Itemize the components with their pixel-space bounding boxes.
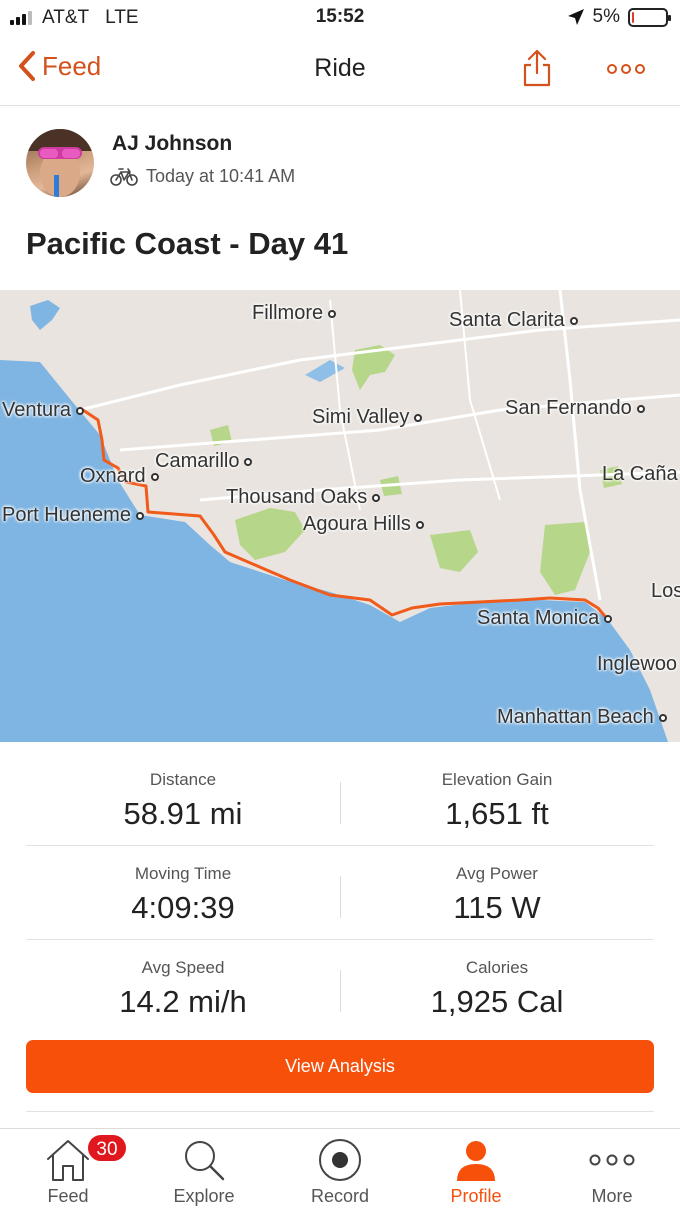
more-options-button[interactable] — [606, 62, 646, 80]
tab-label: Record — [310, 1186, 370, 1206]
stat-value: 14.2 mi/h — [119, 984, 247, 1019]
tab-more[interactable]: More — [544, 1129, 680, 1210]
map-label-santa-monica: Santa Monica — [477, 607, 613, 630]
stat-label: Elevation Gain — [441, 770, 553, 789]
map-label-fillmore: Fillmore — [252, 302, 337, 325]
stat-avg-power: Avg Power 115 W — [340, 864, 654, 926]
stats-row: Avg Speed 14.2 mi/h Calories 1,925 Cal — [26, 940, 654, 1034]
divider — [26, 1111, 654, 1112]
activity-title: Pacific Coast - Day 41 — [26, 226, 349, 261]
map-label-ventura: Ventura — [2, 399, 84, 422]
tab-label: Feed — [47, 1186, 89, 1206]
status-right: 5% — [567, 6, 671, 28]
stat-value: 58.91 mi — [123, 796, 243, 831]
share-icon — [523, 49, 551, 87]
location-arrow-icon — [567, 9, 584, 25]
stat-label: Moving Time — [134, 864, 232, 883]
avatar[interactable] — [26, 129, 94, 197]
profile-icon — [457, 1141, 495, 1181]
status-bar: AT&T LTE 15:52 5% — [0, 0, 680, 36]
stat-value: 1,925 Cal — [430, 984, 564, 1019]
home-icon — [47, 1140, 89, 1181]
tab-label: More — [591, 1186, 633, 1206]
stat-value: 1,651 ft — [445, 796, 549, 831]
map-label-manhattan-beach: Manhattan Beach — [497, 706, 667, 729]
stats-row: Moving Time 4:09:39 Avg Power 115 W — [26, 846, 654, 940]
tab-feed[interactable]: 30 Feed — [0, 1129, 136, 1210]
map-label-agoura-hills: Agoura Hills — [303, 513, 424, 536]
map-label-oxnard: Oxnard — [80, 465, 159, 488]
stat-avg-speed: Avg Speed 14.2 mi/h — [26, 958, 340, 1020]
stat-distance: Distance 58.91 mi — [26, 770, 340, 832]
tab-record[interactable]: Record — [272, 1129, 408, 1210]
search-icon — [185, 1141, 225, 1181]
activity-meta: Today at 10:41 AM — [110, 166, 295, 187]
athlete-name[interactable]: AJ Johnson — [112, 132, 232, 156]
nav-bar: Feed Ride — [0, 36, 680, 106]
stat-label: Avg Speed — [141, 958, 225, 977]
notification-badge: 30 — [86, 1133, 128, 1163]
stat-value: 115 W — [453, 890, 541, 925]
map-label-la-canada: La Caña — [602, 463, 678, 485]
stat-value: 4:09:39 — [131, 890, 235, 925]
activity-stats: Distance 58.91 mi Elevation Gain 1,651 f… — [26, 752, 654, 1034]
stat-label: Calories — [465, 958, 529, 977]
map-label-thousand-oaks: Thousand Oaks — [226, 486, 381, 509]
stat-calories: Calories 1,925 Cal — [340, 958, 654, 1020]
tab-label: Explore — [173, 1186, 235, 1206]
battery-percent: 5% — [592, 6, 620, 27]
map-label-port-hueneme: Port Hueneme — [2, 504, 144, 527]
tab-bar: 30 Feed Explore Record Profile More — [0, 1128, 680, 1209]
map-label-inglewood: Inglewoo — [597, 653, 678, 675]
activity-timestamp: Today at 10:41 AM — [146, 166, 296, 186]
map-label-simi-valley: Simi Valley — [312, 406, 423, 429]
tab-label: Profile — [450, 1186, 502, 1206]
route-map[interactable]: Fillmore Santa Clarita Ventura Simi Vall… — [0, 290, 680, 742]
tab-explore[interactable]: Explore — [136, 1129, 272, 1210]
map-label-camarillo: Camarillo — [155, 450, 253, 473]
stat-elevation-gain: Elevation Gain 1,651 ft — [340, 770, 654, 832]
bike-icon — [110, 167, 138, 186]
map-label-san-fernando: San Fernando — [505, 397, 645, 420]
more-dots-icon — [589, 1154, 635, 1166]
record-icon — [319, 1139, 361, 1181]
map-label-los: Los — [651, 580, 680, 602]
map-label-santa-clarita: Santa Clarita — [449, 309, 578, 332]
stat-label: Avg Power — [456, 864, 538, 883]
view-analysis-button[interactable]: View Analysis — [26, 1040, 654, 1093]
stat-moving-time: Moving Time 4:09:39 — [26, 864, 340, 926]
stats-row: Distance 58.91 mi Elevation Gain 1,651 f… — [26, 752, 654, 846]
avatar-image — [26, 129, 94, 197]
page-title: Ride — [314, 54, 366, 82]
stat-label: Distance — [149, 770, 217, 789]
more-dots-icon — [607, 64, 645, 74]
tab-profile[interactable]: Profile — [408, 1129, 544, 1210]
share-button[interactable] — [520, 48, 554, 93]
battery-icon — [628, 7, 671, 27]
